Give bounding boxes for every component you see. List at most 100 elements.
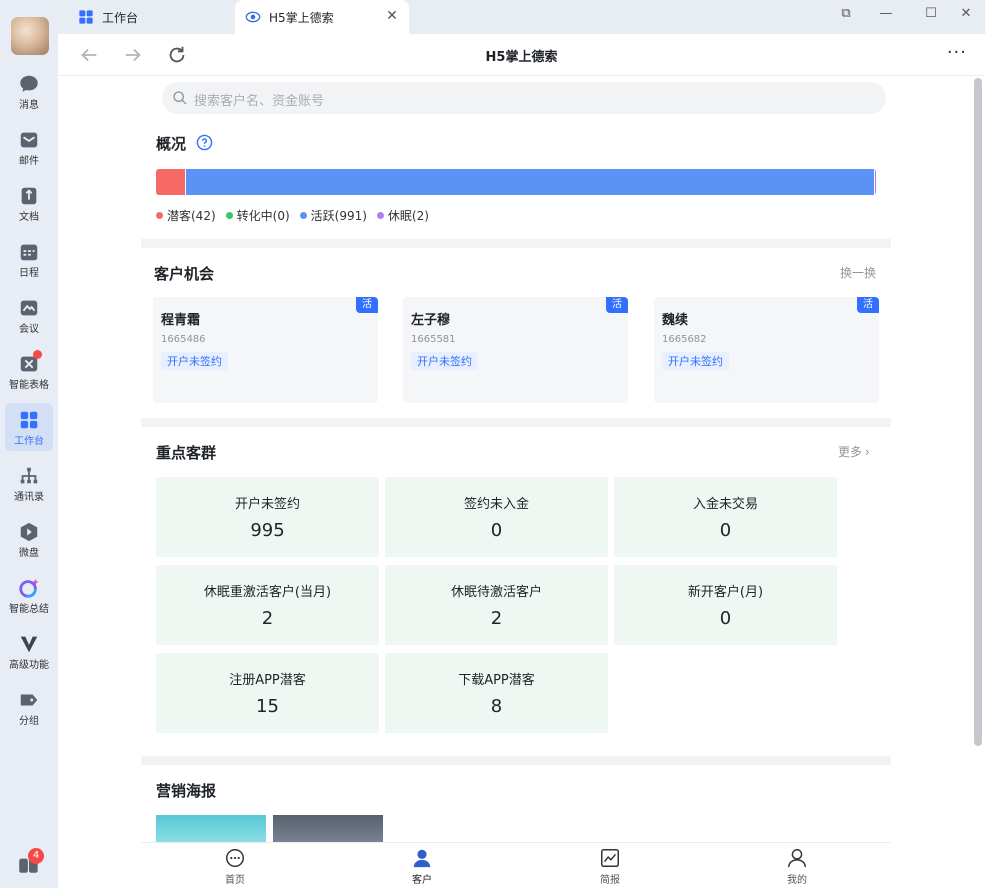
contacts-icon: [20, 467, 38, 484]
user-avatar[interactable]: [11, 17, 49, 55]
minimize-icon[interactable]: —: [873, 3, 899, 25]
eye-logo-icon: [245, 11, 261, 23]
overview-stacked-bar: [156, 169, 876, 195]
group-count: 8: [490, 696, 503, 717]
overview-segment-0: [156, 169, 186, 195]
opportunity-card[interactable]: 活 魏续 1665682 开户未签约: [654, 297, 879, 403]
customer-name: 左子穆: [411, 313, 451, 328]
customer-account: 1665581: [411, 334, 456, 345]
opportunity-card[interactable]: 活 左子穆 1665581 开户未签约: [403, 297, 628, 403]
legend-label: 潜客(42): [167, 209, 216, 223]
maximize-icon[interactable]: ☐: [918, 3, 944, 25]
legend-item: 活跃(991): [299, 207, 367, 224]
group-count: 0: [719, 608, 732, 629]
tab-label: 工作台: [102, 10, 139, 25]
group-cell[interactable]: 下载APP潜客 8: [385, 653, 608, 733]
customer-name: 魏续: [662, 313, 689, 328]
nav-label: 客户: [412, 875, 432, 886]
group-label: 休眠待激活客户: [450, 585, 542, 600]
group-cell[interactable]: 入金未交易 0: [614, 477, 837, 557]
notification-badge: 4: [28, 848, 44, 864]
sidebar-item-smart-table[interactable]: 智能表格: [5, 347, 53, 395]
close-icon[interactable]: ✕: [385, 9, 399, 23]
poster-thumbnail[interactable]: [273, 815, 383, 845]
sidebar-item-docs[interactable]: 文档: [5, 179, 53, 227]
chat-bubble-icon: [20, 75, 38, 92]
advanced-features-icon: [20, 636, 38, 653]
sidebar-item-advanced[interactable]: 高级功能: [5, 627, 53, 675]
customer-account: 1665486: [161, 334, 206, 345]
tab-bar: 工作台 H5掌上德索 ✕ ⧉ — ☐ ✕: [58, 0, 985, 34]
sidebar-item-label: 智能表格: [9, 380, 49, 391]
refresh-opportunities-link[interactable]: 换一换: [840, 264, 876, 281]
group-cell[interactable]: 休眠重激活客户(当月) 2: [156, 565, 379, 645]
nav-customers[interactable]: 客户: [392, 847, 452, 886]
tab-workbench[interactable]: 工作台: [68, 0, 228, 34]
sidebar-item-mail[interactable]: 邮件: [5, 123, 53, 171]
report-chart-icon: [601, 849, 619, 867]
legend-item: 潜客(42): [156, 207, 216, 224]
group-label: 新开客户(月): [687, 585, 764, 600]
group-count: 995: [250, 520, 285, 541]
sidebar-item-calendar[interactable]: 日程: [5, 235, 53, 283]
help-icon[interactable]: [196, 134, 213, 151]
window-close-icon[interactable]: ✕: [953, 3, 979, 25]
legend-dot: [156, 212, 163, 219]
nav-label: 简报: [600, 875, 620, 886]
section-divider: [141, 756, 891, 765]
sidebar-item-label: 工作台: [14, 436, 44, 447]
tag-group-icon: [20, 694, 38, 706]
nav-home[interactable]: 首页: [205, 847, 265, 886]
search-bar[interactable]: 搜索客户名、资金账号: [162, 82, 886, 114]
key-groups-title: 重点客群: [156, 444, 217, 462]
customer-account: 1665682: [662, 334, 707, 345]
ai-summary-icon: [19, 578, 39, 598]
sidebar-item-label: 会议: [19, 324, 39, 335]
sidebar-item-messages[interactable]: 消息: [5, 67, 53, 115]
sidebar-item-groups[interactable]: 分组: [5, 683, 53, 731]
group-cell[interactable]: 注册APP潜客 15: [156, 653, 379, 733]
more-groups-link[interactable]: 更多 ›: [838, 443, 870, 460]
workbench-grid-icon: [20, 411, 38, 429]
status-badge: 活: [857, 297, 879, 313]
workbench-grid-icon: [79, 10, 93, 24]
group-label: 注册APP潜客: [229, 673, 306, 688]
vertical-scrollbar[interactable]: [974, 78, 982, 746]
posters-title: 营销海报: [156, 782, 217, 800]
sidebar-item-meeting[interactable]: 会议: [5, 291, 53, 339]
notification-dot: [33, 350, 42, 359]
tab-h5-desuo[interactable]: H5掌上德索 ✕: [235, 0, 409, 34]
customer-tag: 开户未签约: [411, 352, 478, 370]
group-cell[interactable]: 休眠待激活客户 2: [385, 565, 608, 645]
more-options-button[interactable]: ···: [947, 42, 967, 63]
group-count: 2: [490, 608, 503, 629]
sidebar-item-drive[interactable]: 微盘: [5, 515, 53, 563]
status-badge: 活: [356, 297, 378, 313]
sidebar-item-ai-summary[interactable]: 智能总结: [5, 571, 53, 619]
search-placeholder: 搜索客户名、资金账号: [194, 94, 325, 109]
nav-reports[interactable]: 简报: [580, 847, 640, 886]
sidebar-item-contacts[interactable]: 通讯录: [5, 459, 53, 507]
section-divider: [141, 239, 891, 248]
legend-item: 转化中(0): [225, 207, 290, 224]
group-cell[interactable]: 签约未入金 0: [385, 477, 608, 557]
opportunity-card[interactable]: 活 程青霜 1665486 开户未签约: [153, 297, 378, 403]
poster-thumbnail[interactable]: [156, 815, 266, 845]
sidebar-item-label: 微盘: [19, 548, 39, 559]
nav-profile[interactable]: 我的: [767, 847, 827, 886]
sidebar-item-label: 分组: [19, 716, 39, 727]
drive-icon: [20, 522, 38, 542]
group-cell[interactable]: 开户未签约 995: [156, 477, 379, 557]
bottom-navigation: 首页 客户 简报 我的: [141, 842, 891, 888]
sidebar-item-workbench[interactable]: 工作台: [5, 403, 53, 451]
sidebar-item-label: 邮件: [19, 156, 39, 167]
legend-label: 休眠(2): [387, 209, 429, 223]
group-count: 2: [261, 608, 274, 629]
popout-icon[interactable]: ⧉: [833, 3, 859, 25]
page-title: H5掌上德索: [485, 50, 558, 65]
overview-segment-3: [873, 169, 876, 195]
browser-toolbar: H5掌上德索 ···: [58, 34, 985, 76]
search-icon: [173, 91, 187, 105]
sidebar-item-label: 消息: [19, 100, 39, 111]
group-cell[interactable]: 新开客户(月) 0: [614, 565, 837, 645]
